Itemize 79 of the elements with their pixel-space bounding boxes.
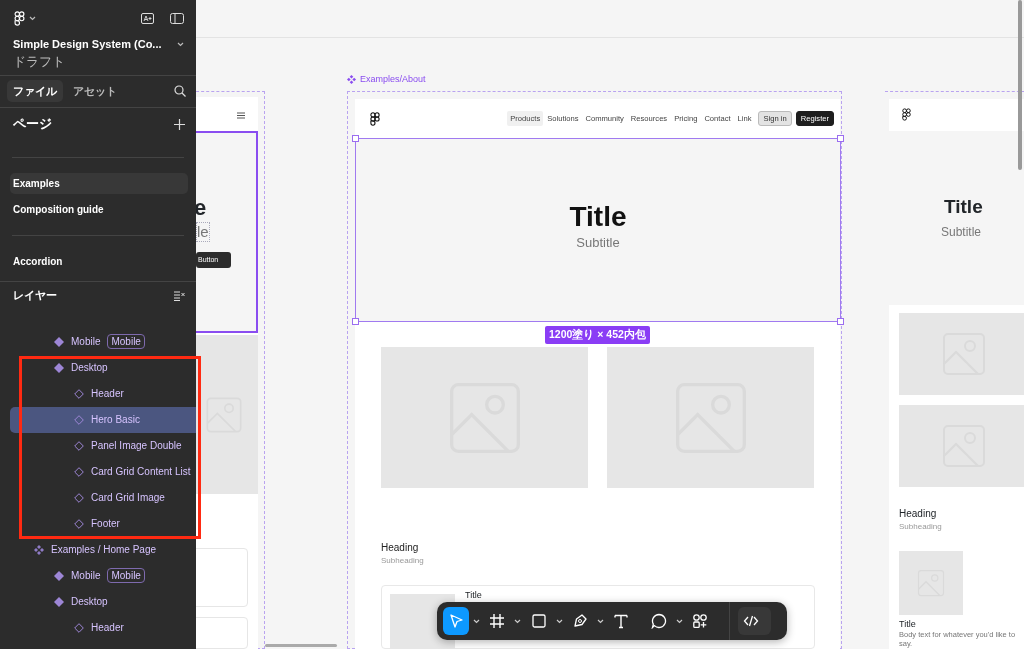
card-title: Title — [899, 619, 916, 630]
diamond-icon — [54, 570, 64, 581]
search-icon[interactable] — [174, 85, 186, 97]
logo-icon — [14, 10, 25, 26]
layer-item[interactable]: Panel Image Double — [10, 432, 196, 459]
resize-handle[interactable] — [837, 318, 844, 325]
section-heading: レイヤー — [13, 288, 57, 304]
card-title: Title — [465, 590, 482, 600]
section-heading: ページ — [13, 115, 52, 134]
layer-badge: Mobile — [107, 334, 145, 349]
shapes-icon — [692, 613, 708, 629]
caret-icon — [514, 618, 522, 624]
page-item[interactable]: Examples — [10, 172, 188, 194]
frame-icon — [489, 613, 506, 629]
plus-icon[interactable] — [174, 118, 185, 130]
pen-icon — [571, 613, 588, 629]
pointer-icon — [447, 613, 464, 629]
speech-bubble-icon — [650, 613, 667, 629]
component-set-icon — [34, 544, 44, 555]
caret-icon[interactable] — [29, 15, 36, 21]
diamond-outline-icon — [74, 414, 84, 425]
diamond-outline-icon — [74, 622, 84, 633]
section-subheading: Subheading — [381, 555, 424, 567]
diamond-icon — [54, 336, 64, 347]
scrollbar — [265, 644, 337, 647]
move-tool-button[interactable] — [443, 607, 469, 635]
dev-mode-button[interactable] — [737, 607, 772, 635]
logo-icon — [370, 111, 380, 126]
diamond-outline-icon — [74, 518, 84, 529]
layer-item[interactable]: Desktop — [10, 588, 196, 615]
caret-icon — [597, 618, 605, 624]
logo-icon — [902, 108, 911, 121]
list-collapse-icon[interactable] — [174, 290, 185, 301]
caret-icon — [555, 618, 563, 624]
file-title[interactable]: Simple Design System (Co... — [13, 36, 162, 53]
layer-item[interactable]: Header — [10, 380, 196, 407]
caret-icon[interactable] — [177, 41, 184, 47]
hero-title: Title — [944, 196, 983, 218]
caret-icon — [472, 618, 480, 624]
layer-item[interactable]: Mobile Mobile — [10, 562, 196, 589]
hero-subtitle: Subtitle — [941, 224, 982, 241]
hero-subtitle: Subtitle — [576, 234, 620, 253]
resize-handle[interactable] — [837, 135, 844, 142]
diamond-icon — [54, 362, 64, 373]
layer-item[interactable]: Header — [10, 614, 196, 641]
diamond-outline-icon — [74, 492, 84, 503]
file-location: ドラフト — [12, 52, 66, 71]
square-icon — [530, 613, 547, 629]
section-heading: Heading — [381, 541, 419, 555]
layer-item[interactable]: Desktop — [10, 354, 196, 381]
text-icon — [613, 613, 630, 629]
diamond-icon — [54, 596, 64, 607]
diamond-outline-icon — [74, 466, 84, 477]
layer-item[interactable]: Hero Basic — [10, 406, 196, 433]
diamond-outline-icon — [74, 440, 84, 451]
layer-item[interactable]: Mobile Mobile — [10, 328, 196, 355]
resize-handle[interactable] — [352, 318, 359, 325]
layer-item[interactable]: Card Grid Content List — [10, 458, 196, 485]
resize-handle[interactable] — [352, 135, 359, 142]
caret-icon — [675, 618, 683, 624]
menu-icon[interactable] — [237, 112, 245, 119]
diamond-outline-icon — [74, 388, 84, 399]
section-subheading: Subheading — [899, 521, 942, 533]
tab[interactable]: アセット — [67, 79, 123, 103]
hero-title: Title — [569, 201, 627, 234]
page-item[interactable]: Composition guide — [10, 198, 188, 220]
layer-item[interactable]: Footer — [10, 510, 196, 537]
layer-item[interactable]: Card Grid Image — [10, 484, 196, 511]
size-badge: 1200塗り × 452内包 — [545, 326, 650, 344]
frame-label[interactable]: Examples/About — [360, 73, 426, 87]
sidebar-toggle-icon[interactable] — [170, 12, 184, 24]
tab[interactable]: ファイル — [7, 79, 63, 103]
page-item[interactable]: Accordion — [10, 250, 188, 272]
layer-badge: Mobile — [107, 568, 145, 583]
code-icon — [742, 613, 759, 629]
layer-item[interactable]: Examples / Home Page — [10, 536, 196, 563]
section-heading: Heading — [899, 507, 937, 521]
text-box-icon[interactable] — [141, 12, 154, 24]
component-icon — [347, 75, 356, 85]
